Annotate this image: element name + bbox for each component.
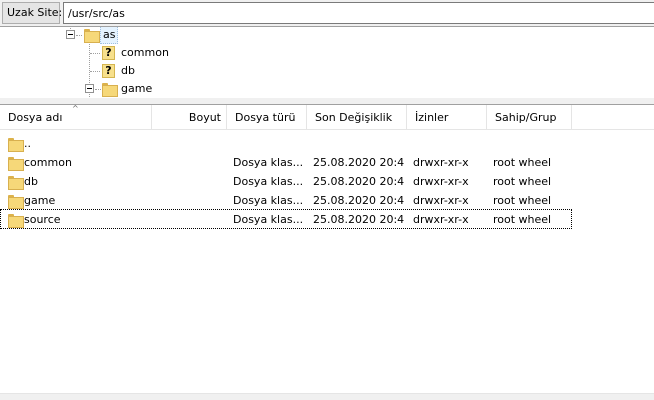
tree-line xyxy=(95,89,101,90)
unknown-folder-icon: ? xyxy=(102,46,115,60)
file-modified: 25.08.2020 20:4... xyxy=(313,175,405,188)
collapse-icon[interactable] xyxy=(85,84,94,93)
file-owner: root wheel xyxy=(493,194,552,207)
folder-icon xyxy=(8,195,24,209)
remote-path-input[interactable] xyxy=(63,2,654,24)
folder-icon xyxy=(8,157,24,171)
list-item[interactable]: game Dosya klas... 25.08.2020 20:4... dr… xyxy=(0,191,572,210)
file-owner: root wheel xyxy=(493,156,552,169)
list-item-focused[interactable]: source Dosya klas... 25.08.2020 20:4... … xyxy=(0,209,572,229)
remote-site-bar: Uzak Site: xyxy=(0,0,654,26)
file-type: Dosya klas... xyxy=(233,194,303,207)
file-type: Dosya klas... xyxy=(233,156,303,169)
file-modified: 25.08.2020 20:4... xyxy=(313,194,405,207)
file-owner: root wheel xyxy=(493,175,552,188)
file-name: source xyxy=(24,213,61,226)
tree-node-label[interactable]: common xyxy=(119,44,171,62)
folder-icon xyxy=(8,138,24,152)
file-permissions: drwxr-xr-x xyxy=(413,156,469,169)
tree-line xyxy=(90,53,100,54)
file-name: .. xyxy=(24,137,31,150)
horizontal-scrollbar[interactable] xyxy=(0,393,654,400)
tree-node-game[interactable]: game xyxy=(0,80,654,98)
file-name: common xyxy=(24,156,72,169)
remote-file-list[interactable]: ^ Dosya adı Boyut Dosya türü Son Değişik… xyxy=(0,104,654,400)
column-header-owner[interactable]: Sahip/Grup xyxy=(487,105,572,130)
column-header-modified[interactable]: Son Değişiklik xyxy=(307,105,407,130)
file-permissions: drwxr-xr-x xyxy=(413,194,469,207)
file-modified: 25.08.2020 20:4... xyxy=(313,213,405,226)
file-name: game xyxy=(24,194,56,207)
file-modified: 25.08.2020 20:4... xyxy=(313,156,405,169)
tree-line xyxy=(90,71,100,72)
column-header-size[interactable]: Boyut xyxy=(152,105,227,130)
folder-icon xyxy=(102,83,118,97)
remote-site-label: Uzak Site: xyxy=(2,2,62,24)
tree-line xyxy=(76,35,82,36)
tree-node-label[interactable]: as xyxy=(100,27,119,44)
column-header-type[interactable]: Dosya türü xyxy=(227,105,307,130)
tree-node-label[interactable]: game xyxy=(119,80,154,98)
file-type: Dosya klas... xyxy=(233,175,303,188)
sort-ascending-icon: ^ xyxy=(72,104,79,113)
folder-icon xyxy=(8,176,24,190)
tree-node-common[interactable]: ? common xyxy=(0,44,654,62)
file-name: db xyxy=(24,175,38,188)
list-item[interactable]: common Dosya klas... 25.08.2020 20:4... … xyxy=(0,153,572,172)
remote-directory-tree[interactable]: as ? common ? db game xyxy=(0,26,654,98)
list-item-parent[interactable]: .. xyxy=(0,134,572,153)
column-header-permissions[interactable]: İzinler xyxy=(407,105,487,130)
tree-node-db[interactable]: ? db xyxy=(0,62,654,80)
file-permissions: drwxr-xr-x xyxy=(413,175,469,188)
list-header: ^ Dosya adı Boyut Dosya türü Son Değişik… xyxy=(0,104,654,130)
folder-icon xyxy=(84,29,100,43)
tree-node-label[interactable]: db xyxy=(119,62,137,80)
file-permissions: drwxr-xr-x xyxy=(413,213,469,226)
tree-node-as[interactable]: as xyxy=(0,27,654,44)
folder-icon xyxy=(8,214,24,228)
file-owner: root wheel xyxy=(493,213,552,226)
unknown-folder-icon: ? xyxy=(102,64,115,78)
list-item[interactable]: db Dosya klas... 25.08.2020 20:4... drwx… xyxy=(0,172,572,191)
file-type: Dosya klas... xyxy=(233,213,303,226)
column-header-name[interactable]: ^ Dosya adı xyxy=(0,104,152,130)
collapse-icon[interactable] xyxy=(66,30,75,39)
